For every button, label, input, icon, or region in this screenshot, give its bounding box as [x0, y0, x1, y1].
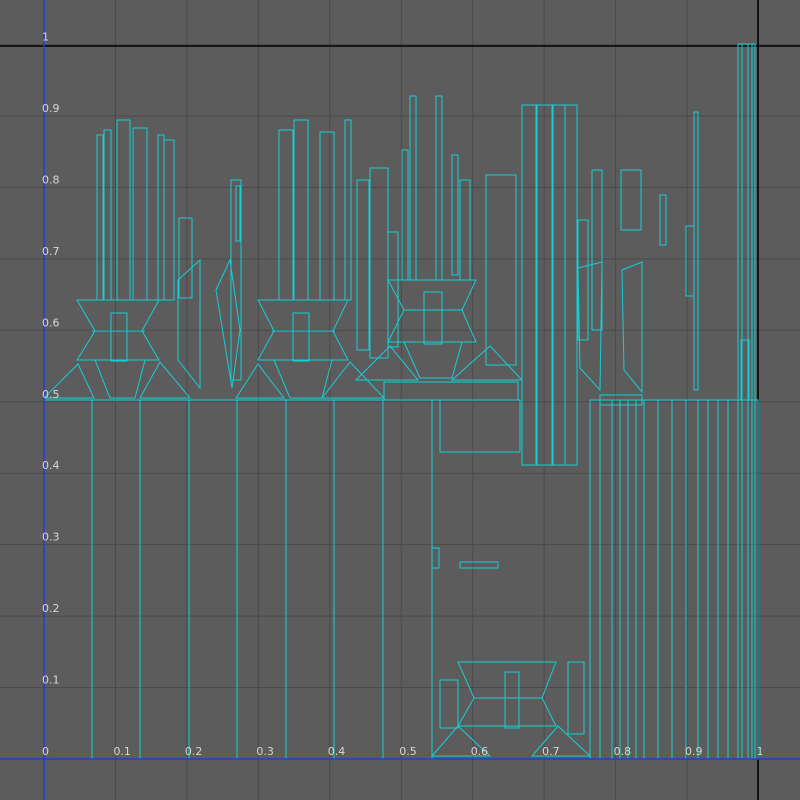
u-axis-tick-label: 0.8	[614, 745, 632, 758]
u-axis-tick-label: 0.5	[399, 745, 417, 758]
u-axis-tick-label: 0.1	[113, 745, 131, 758]
u-axis-tick-label: 0.3	[256, 745, 274, 758]
u-axis-tick-label: 0.9	[685, 745, 703, 758]
v-axis-tick-label: 0	[42, 745, 49, 758]
u-axis-tick-label: 0.2	[185, 745, 203, 758]
v-axis-tick-label: 0.2	[42, 602, 60, 615]
uv-shell-spool-bottom[interactable]	[430, 661, 592, 757]
v-axis-tick-label: 0.3	[42, 531, 60, 544]
uv-viewport[interactable]: 0.1 0.2 0.3 0.4 0.5 0.6 0.7 0.8 0.9 1 0 0.1 0.2 0.3 0…	[0, 0, 800, 800]
uv-texture-editor[interactable]: 0.1 0.2 0.3 0.4 0.5 0.6 0.7 0.8 0.9 1 0 0.1 0.2 0.3 0…	[0, 0, 800, 800]
v-axis-tick-label: 0.5	[42, 388, 60, 401]
v-axis-tick-label: 0.9	[42, 102, 60, 115]
u-axis-tick-label: 0.4	[328, 745, 346, 758]
v-axis-tick-label: 0.7	[42, 245, 60, 258]
u-axis-tick-label: 0.7	[542, 745, 560, 758]
v-axis-tick-label: 0.4	[42, 459, 60, 472]
v-axis-tick-label: 0.8	[42, 173, 60, 186]
u-axis-tick-label: 0.6	[471, 745, 489, 758]
uv-shell-lower-columns[interactable]	[43, 399, 433, 760]
uv-shell-center-pieces[interactable]	[383, 381, 643, 760]
v-axis-tick-label: 1	[42, 31, 49, 44]
u-axis-tick-label: 1	[757, 745, 764, 758]
v-axis-tick-label: 0.1	[42, 674, 60, 687]
v-axis-tick-label: 0.6	[42, 316, 60, 329]
uv-shell-spool-1[interactable]	[42, 299, 192, 399]
